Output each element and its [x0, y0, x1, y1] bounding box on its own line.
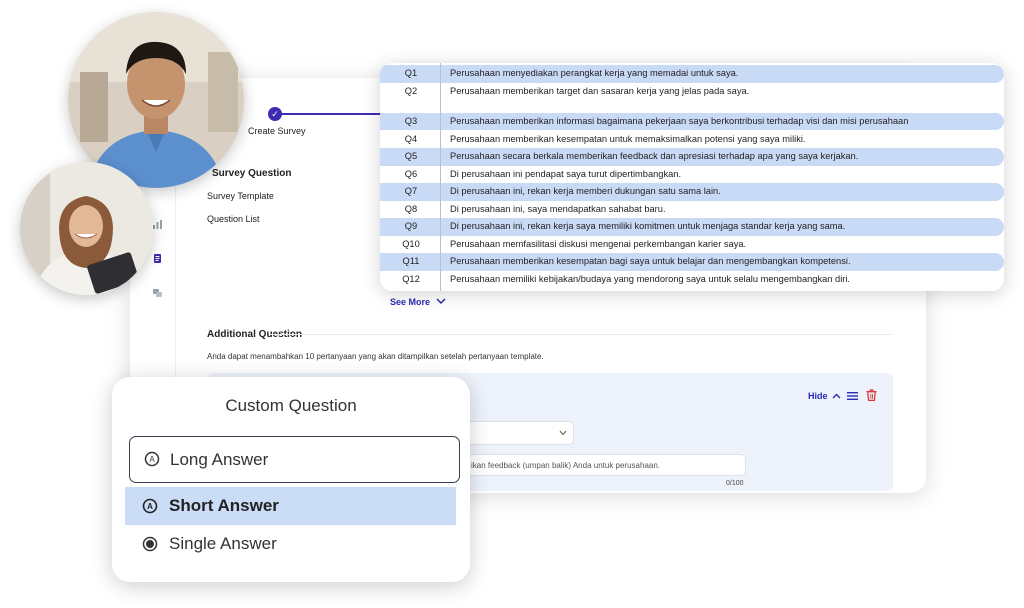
question-number: Q11: [402, 256, 420, 266]
chevron-down-icon: [436, 298, 446, 305]
option-label: Short Answer: [169, 496, 279, 515]
character-counter: 0/100: [726, 480, 744, 487]
question-text: Di perusahaan ini, rekan kerja memberi d…: [450, 186, 721, 196]
short-answer-option[interactable]: A Short Answer: [125, 487, 456, 525]
question-text: Di perusahaan ini, saya mendapatkan saha…: [450, 203, 666, 214]
question-text: Perusahaan memfasilitasi diskusi mengena…: [450, 238, 747, 249]
radio-icon: [142, 536, 158, 552]
hide-button[interactable]: Hide: [808, 391, 841, 401]
survey-template-label: Survey Template: [207, 191, 274, 201]
question-number: Q7: [404, 186, 418, 196]
question-number: Q6: [404, 168, 418, 179]
question-row: Q10 Perusahaan memfasilitasi diskusi meng…: [380, 236, 1004, 254]
question-text: Di perusahaan ini pendapat saya turut di…: [450, 168, 682, 179]
trash-icon[interactable]: [866, 389, 877, 401]
option-label: Single Answer: [169, 534, 277, 553]
question-list-card: Q1 Perusahaan menyediakan perangkat kerja…: [380, 63, 1004, 291]
question-row: Q1 Perusahaan menyediakan perangkat kerja…: [380, 65, 1004, 83]
question-text: Perusahaan memberikan kesempatan untuk m…: [450, 133, 806, 144]
see-more-label: See More: [390, 297, 431, 307]
question-row: Q9 Di perusahaan ini, rekan kerja saya me…: [380, 218, 1004, 236]
question-number: Q4: [404, 133, 418, 144]
question-text: Perusahaan secara berkala memberikan fee…: [450, 151, 859, 161]
question-row: Q12 Perusahaan memiliki kebijakan/budaya …: [380, 271, 1004, 289]
question-number: Q3: [404, 115, 418, 126]
question-row: Q7 Di perusahaan ini, rekan kerja memberi…: [380, 183, 1004, 201]
drag-handle-icon[interactable]: [847, 391, 858, 401]
step-complete-icon: ✓: [268, 107, 282, 121]
question-text: Perusahaan memiliki kebijakan/budaya yan…: [450, 273, 851, 284]
answer-a-icon: A: [142, 498, 158, 514]
question-number: Q1: [404, 68, 418, 78]
question-row: Q6 Di perusahaan ini pendapat saya turut …: [380, 166, 1004, 184]
question-list-label: Question List: [207, 214, 260, 224]
question-text: Di perusahaan ini, rekan kerja saya memi…: [450, 221, 846, 231]
question-text: Perusahaan memberikan informasi bagaiman…: [450, 115, 909, 126]
chart-icon[interactable]: [152, 219, 163, 230]
question-number: Q5: [404, 151, 418, 161]
question-row: Q8 Di perusahaan ini, saya mendapatkan sa…: [380, 201, 1004, 219]
step-label: Create Survey: [248, 126, 306, 136]
question-number: Q8: [404, 203, 418, 214]
question-row: Q5 Perusahaan secara berkala memberikan f…: [380, 148, 1004, 166]
question-row: Q11 Perusahaan memberikan kesempatan bagi…: [380, 253, 1004, 271]
svg-text:A: A: [149, 455, 155, 464]
see-more-link[interactable]: See More: [390, 297, 446, 307]
question-text: Perusahaan menyediakan perangkat kerja y…: [450, 68, 739, 78]
survey-document-icon[interactable]: [152, 253, 163, 264]
section-divider: [270, 334, 892, 335]
question-type-dropdown[interactable]: [466, 421, 574, 445]
long-answer-option[interactable]: A Long Answer: [129, 436, 460, 483]
question-text: Perusahaan memberikan target dan sasaran…: [450, 86, 750, 96]
hide-label: Hide: [808, 391, 828, 401]
chevron-down-icon: [559, 430, 567, 436]
chat-icon[interactable]: [152, 288, 163, 299]
custom-question-card: Custom Question A Long Answer A Short An…: [112, 377, 470, 582]
question-row: Q3 Perusahaan memberikan informasi bagaim…: [380, 112, 1004, 130]
question-column-divider: [440, 63, 441, 291]
svg-text:A: A: [147, 502, 153, 511]
question-number: Q10: [402, 238, 420, 249]
chevron-up-icon: [832, 393, 841, 399]
single-answer-option[interactable]: Single Answer: [129, 525, 460, 563]
additional-question-hint: Anda dapat menambahkan 10 pertanyaan yan…: [207, 352, 544, 361]
question-text: Perusahaan memberikan kesempatan bagi sa…: [450, 256, 851, 266]
question-number: Q2: [404, 86, 418, 96]
survey-question-heading: Survey Question: [212, 168, 292, 179]
question-text-input[interactable]: ikan feedback (umpan balik) Anda untuk p…: [466, 454, 746, 476]
option-label: Long Answer: [170, 450, 269, 469]
answer-a-icon: A: [144, 451, 160, 467]
question-row: Q2 Perusahaan memberikan target dan sasar…: [380, 83, 1004, 101]
question-number: Q9: [404, 221, 418, 231]
question-row: Q4 Perusahaan memberikan kesempatan untuk…: [380, 131, 1004, 149]
question-number: Q12: [402, 273, 420, 284]
woman-avatar: [20, 162, 153, 295]
custom-question-title: Custom Question: [225, 396, 357, 415]
